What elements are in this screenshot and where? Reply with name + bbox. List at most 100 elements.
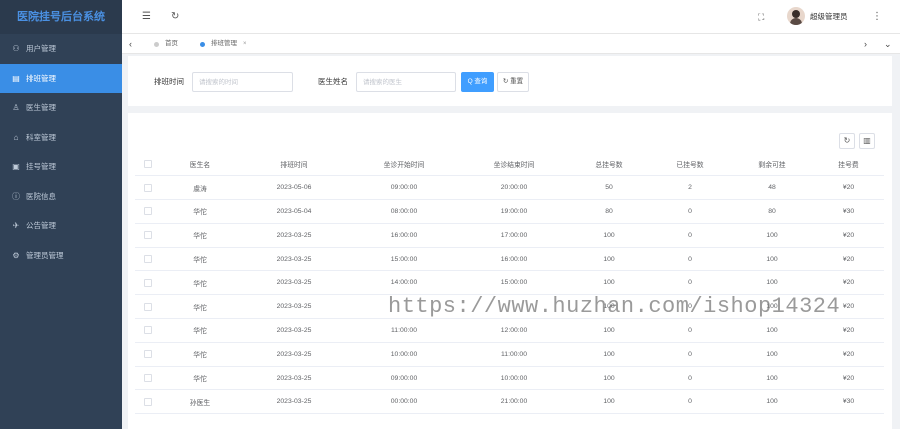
table-cell: ¥20: [813, 247, 884, 272]
table-row[interactable]: 华佗 2023-03-25 10:00:00 11:00:00 100 0 100 ¥20: [135, 342, 884, 367]
table-row[interactable]: 华佗 2023-03-25 11:00:00 12:00:00 100 0 100 ¥20: [135, 318, 884, 343]
tabs-dropdown-icon[interactable]: ⌄: [884, 34, 892, 54]
row-checkbox[interactable]: [144, 278, 152, 287]
row-checkbox[interactable]: [144, 183, 152, 192]
user-name[interactable]: 超级管理员: [810, 0, 848, 34]
table-cell: 100: [731, 318, 813, 343]
table-cell: ¥30: [813, 389, 884, 415]
table-cell: 0: [649, 223, 731, 248]
row-checkbox[interactable]: [144, 326, 152, 335]
avatar[interactable]: [787, 7, 805, 25]
reset-button[interactable]: ↻ 重置: [497, 72, 529, 92]
refresh-page-icon[interactable]: ↻: [171, 0, 179, 34]
table-cell: ¥30: [813, 199, 884, 224]
tab-close-icon[interactable]: ×: [243, 37, 247, 51]
row-checkbox[interactable]: [144, 350, 152, 359]
table-row[interactable]: 孙医生 2023-03-25 00:00:00 21:00:00 100 0 100 ¥30: [135, 389, 884, 415]
sidebar-item[interactable]: ⓘ 医院信息: [0, 182, 122, 212]
row-select-cell: [135, 342, 161, 367]
table-cell: 100: [731, 223, 813, 248]
table-row[interactable]: 虞涛 2023-05-06 09:00:00 20:00:00 50 2 48 ¥20: [135, 175, 884, 201]
table-cell: 2023-05-06: [239, 175, 349, 201]
row-select-cell: [135, 294, 161, 320]
table-cell: 80: [731, 199, 813, 224]
table-cell: 12:00:00: [459, 318, 569, 343]
table-cell: 0: [649, 366, 731, 391]
select-all-checkbox[interactable]: [144, 159, 152, 168]
table-cell: 2023-03-25: [239, 366, 349, 391]
row-select-cell: [135, 223, 161, 248]
department-icon: ⌂: [13, 132, 19, 142]
schedule-date-label: 排班时间: [154, 77, 184, 86]
table-cell: 华佗: [161, 342, 239, 367]
table-cell: 0: [649, 342, 731, 367]
row-checkbox[interactable]: [144, 207, 152, 216]
sidebar-item[interactable]: ✈ 公告管理: [0, 211, 122, 241]
row-select-cell: [135, 247, 161, 272]
table-cell: 16:00:00: [459, 247, 569, 272]
hamburger-menu-icon[interactable]: ☰: [142, 0, 151, 34]
table-row[interactable]: 华佗 2023-05-04 08:00:00 19:00:00 80 0 80 ¥30: [135, 199, 884, 224]
sidebar-item[interactable]: ⌂ 科室管理: [0, 123, 122, 153]
table-cell: 华佗: [161, 247, 239, 272]
table-cell: 2023-03-25: [239, 294, 349, 320]
sidebar-item[interactable]: ⚇ 用户管理: [0, 34, 122, 64]
users-icon: ⚇: [12, 44, 20, 54]
row-checkbox[interactable]: [144, 374, 152, 383]
sidebar-item-label: 医院信息: [26, 191, 56, 201]
search-button[interactable]: Q 查询: [461, 72, 494, 92]
row-checkbox[interactable]: [144, 397, 152, 406]
table-cell: 孙医生: [161, 389, 239, 415]
schedule-table-card: ↻ ▥ 医生名 排班时间 坐诊开始时间 坐诊结束时间 总挂号数 已挂号数 剩余可挂 挂号费 虞…: [128, 113, 892, 429]
row-checkbox[interactable]: [144, 302, 152, 311]
sidebar-item[interactable]: ⚙ 管理员管理: [0, 241, 122, 271]
table-refresh-icon[interactable]: ↻: [839, 133, 855, 149]
fullscreen-icon[interactable]: ⛶: [758, 0, 764, 34]
sidebar-item[interactable]: ♙ 医生管理: [0, 93, 122, 123]
table-columns-icon[interactable]: ▥: [859, 133, 875, 149]
row-select-cell: [135, 199, 161, 224]
column-header: 剩余可挂: [731, 152, 813, 177]
table-cell: 2023-03-25: [239, 223, 349, 248]
doctor-name-input[interactable]: [356, 72, 456, 92]
table-cell: 2023-03-25: [239, 247, 349, 272]
sidebar-item[interactable]: ▤ 排班管理: [0, 63, 122, 93]
table-cell: 100: [569, 270, 649, 296]
row-checkbox[interactable]: [144, 255, 152, 264]
table-cell: 11:00:00: [459, 342, 569, 367]
table-cell: 08:00:00: [349, 199, 459, 224]
schedule-icon: ▤: [12, 73, 20, 83]
schedule-date-input[interactable]: [192, 72, 293, 92]
table-cell: 0: [649, 199, 731, 224]
tabs-prev-icon[interactable]: ‹: [129, 34, 132, 54]
sidebar-menu: ⚇ 用户管理 ▤ 排班管理 ♙ 医生管理 ⌂ 科室管理 ▣ 挂号管理 ⓘ 医院信息 ✈ 公告管理 ⚙ 管理员管…: [0, 34, 122, 270]
table-cell: 100: [569, 366, 649, 391]
table-cell: 09:00:00: [349, 366, 459, 391]
table-cell: 100: [569, 223, 649, 248]
table-row[interactable]: 华佗 2023-03-25 09:00:00 10:00:00 100 0 100 ¥20: [135, 366, 884, 391]
table-cell: 华佗: [161, 223, 239, 248]
table-cell: 100: [731, 270, 813, 296]
more-options-icon[interactable]: ⋮: [872, 0, 882, 34]
tab-home[interactable]: 首页: [154, 37, 178, 51]
info-icon: ⓘ: [12, 191, 20, 201]
table-row[interactable]: 华佗 2023-03-25 15:00:00 16:00:00 100 0 100 ¥20: [135, 247, 884, 272]
tab-dot: [154, 41, 159, 47]
table-cell: ¥20: [813, 318, 884, 343]
settings-icon: ⚙: [12, 250, 20, 260]
table-cell: 48: [731, 175, 813, 201]
table-row[interactable]: 华佗 2023-03-25 16:00:00 17:00:00 100 0 100 ¥20: [135, 223, 884, 248]
row-checkbox[interactable]: [144, 231, 152, 240]
table-cell: ¥20: [813, 366, 884, 391]
table-cell: 10:00:00: [459, 366, 569, 391]
table-cell: 2023-05-04: [239, 199, 349, 224]
column-header: 坐诊开始时间: [349, 152, 459, 177]
table-cell: 15:00:00: [349, 247, 459, 272]
table-row[interactable]: 华佗 2023-03-25 14:00:00 15:00:00 100 0 100 ¥20: [135, 270, 884, 296]
tabs-next-icon[interactable]: ›: [864, 34, 867, 54]
tab-schedule[interactable]: 排班管理 ×: [200, 37, 247, 51]
notice-icon: ✈: [12, 221, 20, 231]
table-cell: 80: [569, 199, 649, 224]
sidebar-item[interactable]: ▣ 挂号管理: [0, 152, 122, 182]
table-cell: 14:00:00: [349, 270, 459, 296]
